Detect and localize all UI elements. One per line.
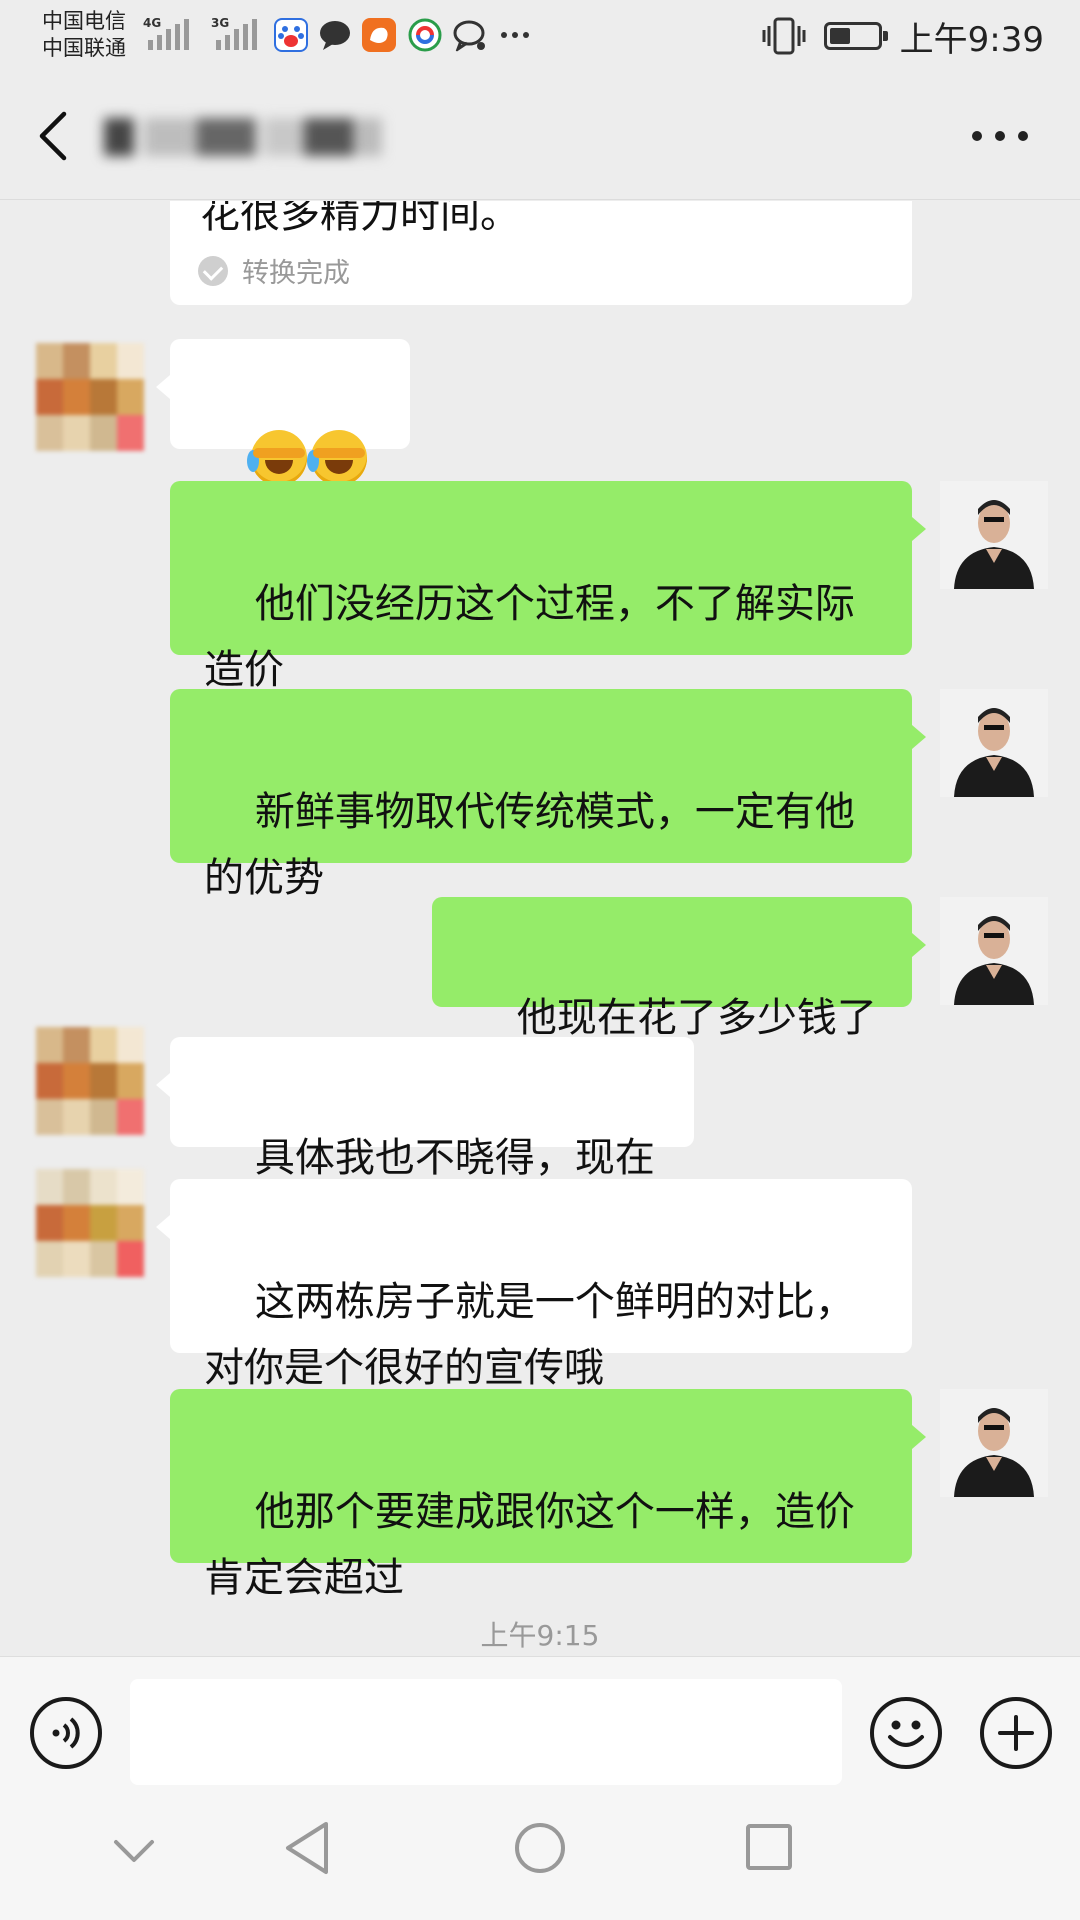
battery-icon: [823, 22, 888, 50]
my-avatar[interactable]: [940, 897, 1048, 1005]
carrier-2: 中国联通: [42, 36, 126, 60]
voice-to-text-bubble[interactable]: 花很多精力时间。 转换完成: [170, 201, 912, 305]
signal-strength-icon-2: [216, 19, 257, 50]
my-avatar[interactable]: [940, 481, 1048, 589]
plus-circle-icon[interactable]: [980, 1697, 1052, 1769]
voice-input-icon[interactable]: [30, 1697, 102, 1769]
contact-avatar[interactable]: [36, 1169, 144, 1277]
message-text: 具体我也不晓得，现在: [254, 1135, 655, 1181]
received-message-bubble[interactable]: 具体我也不晓得，现在: [156, 1037, 694, 1181]
sent-message-bubble[interactable]: 他那个要建成跟你这个一样，造价 肯定会超过: [170, 1389, 926, 1601]
system-nav-bar: [0, 1790, 1080, 1920]
home-circle-icon[interactable]: [512, 1820, 568, 1876]
message-text: 他现在花了多少钱了: [516, 995, 877, 1041]
emoji-message-bubble[interactable]: [156, 339, 410, 555]
emoji-smile-icon[interactable]: [870, 1697, 942, 1769]
message-text: 他们没经历这个过程，不了解实际 造价: [204, 581, 855, 693]
status-time: 上午9:39: [899, 19, 1044, 60]
back-chevron-icon[interactable]: [34, 110, 74, 162]
chat-title-obscured: [104, 106, 384, 166]
sent-message-bubble[interactable]: 新鲜事物取代传统模式，一定有他 的优势: [170, 689, 926, 901]
message-text: 新鲜事物取代传统模式，一定有他 的优势: [204, 789, 855, 901]
more-dots-icon[interactable]: [972, 120, 1028, 152]
check-icon: [198, 255, 228, 286]
facepalm-crying-emoji: [306, 430, 367, 486]
message-text: 花很多精力时间。: [200, 201, 520, 237]
contact-avatar[interactable]: [36, 1027, 144, 1135]
carrier-1: 中国电信: [42, 9, 126, 33]
messages-icon: [453, 20, 485, 52]
message-timestamp: 上午9:15: [480, 1619, 600, 1652]
facepalm-crying-emoji: [246, 430, 307, 486]
my-avatar[interactable]: [940, 689, 1048, 797]
more-dots-icon: [501, 32, 529, 38]
contact-avatar[interactable]: [36, 343, 144, 451]
news-app-icon: [408, 18, 442, 52]
sent-message-bubble[interactable]: 他现在花了多少钱了: [432, 897, 926, 1041]
chat-bubble-icon: [320, 21, 350, 50]
recents-square-icon[interactable]: [744, 1822, 794, 1872]
received-message-bubble[interactable]: 这两栋房子就是一个鲜明的对比， 对你是个很好的宣传哦: [156, 1179, 912, 1391]
message-text: 他那个要建成跟你这个一样，造价 肯定会超过: [204, 1489, 855, 1601]
status-bar: 中国电信 中国联通 4G 3G 上午9:39: [0, 0, 1080, 72]
vibrate-icon: [762, 17, 806, 55]
signal-strength-icon-1: [148, 19, 189, 50]
battery-level-fill: [829, 28, 851, 44]
message-input[interactable]: [130, 1679, 842, 1785]
carrier-labels: 中国电信 中国联通: [42, 8, 126, 62]
chat-header: [0, 72, 1080, 200]
conversion-status-label: 转换完成: [242, 258, 350, 289]
back-triangle-icon[interactable]: [282, 1820, 332, 1876]
uc-browser-icon: [362, 18, 396, 52]
sent-message-bubble[interactable]: 他们没经历这个过程，不了解实际 造价: [170, 481, 926, 693]
conversion-status: 转换完成: [198, 251, 350, 290]
message-list[interactable]: 花很多精力时间。 转换完成 他们没经历这个过程，不了解实际 造价 新鲜事物取代传…: [0, 201, 1080, 1656]
hide-keyboard-chevron-icon[interactable]: [112, 1836, 156, 1866]
input-bar: [0, 1656, 1080, 1790]
my-avatar[interactable]: [940, 1389, 1048, 1497]
message-text: 这两栋房子就是一个鲜明的对比， 对你是个很好的宣传哦: [204, 1279, 855, 1391]
baidu-icon: [274, 18, 308, 52]
